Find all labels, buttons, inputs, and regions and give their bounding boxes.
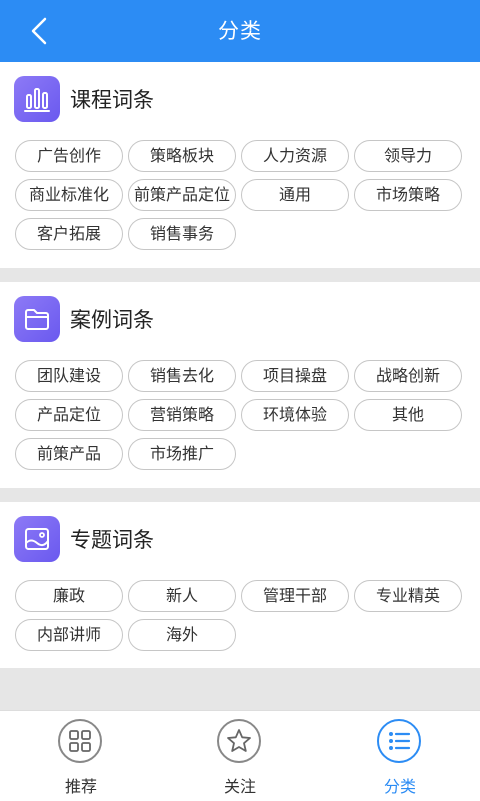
tag-chip[interactable]: 市场推广 xyxy=(128,438,236,470)
nav-tab-recommend[interactable]: 推荐 xyxy=(26,711,136,801)
section-title: 专题词条 xyxy=(70,528,154,552)
folder-icon xyxy=(14,296,60,342)
top-app-bar: 分类 xyxy=(0,0,480,62)
list-icon xyxy=(377,719,421,763)
tag-chip[interactable]: 团队建设 xyxy=(15,360,123,392)
nav-tab-follow[interactable]: 关注 xyxy=(185,711,295,801)
nav-tab-category[interactable]: 分类 xyxy=(345,711,455,801)
tag-chip[interactable]: 销售事务 xyxy=(128,218,236,250)
tag-chip[interactable]: 内部讲师 xyxy=(15,619,123,651)
tag-chip[interactable]: 项目操盘 xyxy=(241,360,349,392)
nav-label: 分类 xyxy=(383,777,416,796)
tag-list: 团队建设 销售去化 项目操盘 战略创新 产品定位 营销策略 环境体验 其他 前策… xyxy=(15,360,467,470)
tag-chip[interactable]: 前策产品定位 xyxy=(128,179,236,211)
nav-label: 关注 xyxy=(223,777,256,796)
grid-icon xyxy=(58,719,102,763)
section-title: 案例词条 xyxy=(70,308,154,332)
tag-chip[interactable]: 前策产品 xyxy=(15,438,123,470)
tag-chip[interactable]: 销售去化 xyxy=(128,360,236,392)
tag-chip[interactable]: 市场策略 xyxy=(354,179,462,211)
image-icon xyxy=(14,516,60,562)
tag-chip[interactable]: 领导力 xyxy=(354,140,462,172)
tag-chip[interactable]: 商业标准化 xyxy=(15,179,123,211)
star-icon xyxy=(217,719,261,763)
tag-chip[interactable]: 广告创作 xyxy=(15,140,123,172)
tag-chip[interactable]: 环境体验 xyxy=(241,399,349,431)
tag-chip[interactable]: 战略创新 xyxy=(354,360,462,392)
section-case-terms: 案例词条 团队建设 销售去化 项目操盘 战略创新 产品定位 营销策略 环境体验 … xyxy=(0,282,480,488)
tag-chip[interactable]: 管理干部 xyxy=(241,580,349,612)
tag-chip[interactable]: 通用 xyxy=(241,179,349,211)
section-title: 课程词条 xyxy=(70,88,154,112)
bar-chart-icon xyxy=(14,76,60,122)
tag-chip[interactable]: 产品定位 xyxy=(15,399,123,431)
tag-chip[interactable]: 海外 xyxy=(128,619,236,651)
page-title: 分类 xyxy=(218,19,262,43)
tag-chip[interactable]: 客户拓展 xyxy=(15,218,123,250)
tag-chip[interactable]: 策略板块 xyxy=(128,140,236,172)
tag-chip[interactable]: 其他 xyxy=(354,399,462,431)
tag-chip[interactable]: 营销策略 xyxy=(128,399,236,431)
tag-chip[interactable]: 廉政 xyxy=(15,580,123,612)
nav-label: 推荐 xyxy=(64,777,97,796)
tag-chip[interactable]: 专业精英 xyxy=(354,580,462,612)
tag-list: 广告创作 策略板块 人力资源 领导力 商业标准化 前策产品定位 通用 市场策略 … xyxy=(15,140,467,250)
section-topic-terms: 专题词条 廉政 新人 管理干部 专业精英 内部讲师 海外 xyxy=(0,502,480,668)
tag-list: 廉政 新人 管理干部 专业精英 内部讲师 海外 xyxy=(15,580,467,651)
bottom-nav-bar: 推荐 关注 分类 xyxy=(0,710,480,801)
section-course-terms: 课程词条 广告创作 策略板块 人力资源 领导力 商业标准化 前策产品定位 通用 … xyxy=(0,62,480,268)
tag-chip[interactable]: 人力资源 xyxy=(241,140,349,172)
tag-chip[interactable]: 新人 xyxy=(128,580,236,612)
